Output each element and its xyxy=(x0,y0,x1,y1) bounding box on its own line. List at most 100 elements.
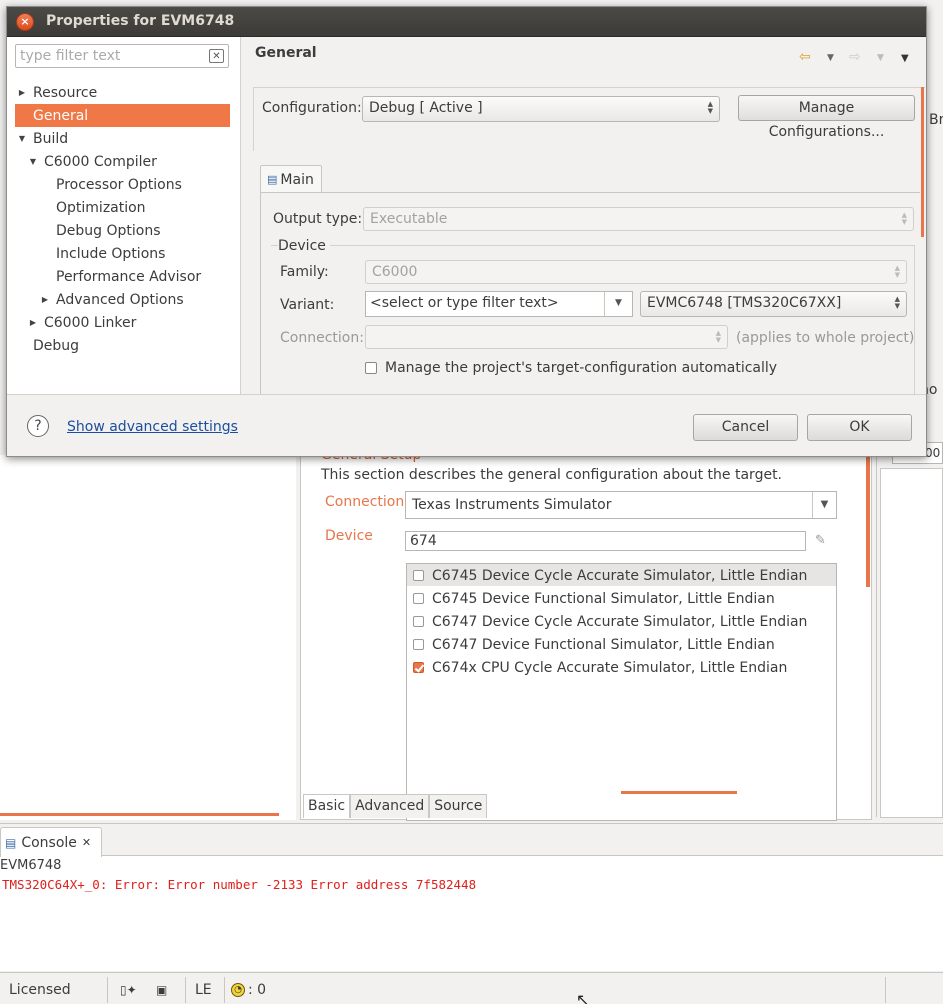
eraser-icon[interactable]: ✎ xyxy=(815,533,826,548)
manage-configurations-button[interactable]: Manage Configurations... xyxy=(738,95,915,140)
tab-main[interactable]: ▤ Main xyxy=(260,165,322,193)
family-value: C6000 xyxy=(372,264,418,280)
configuration-value: Debug [ Active ] xyxy=(369,100,483,116)
filter-input[interactable] xyxy=(16,45,201,67)
spinner-icon: ▲ ▼ xyxy=(707,100,713,115)
expanded-arrow-icon[interactable]: ▼ xyxy=(17,134,27,143)
variant-select[interactable]: EVMC6748 [TMS320C67XX] ▲ ▼ xyxy=(640,291,907,317)
tree-item-label: Optimization xyxy=(56,199,146,216)
checkbox[interactable] xyxy=(365,362,377,374)
console-tab-label: Console xyxy=(21,834,77,851)
tree-item-label: C6000 Linker xyxy=(44,314,137,331)
chevron-down-icon[interactable]: ▼ xyxy=(604,292,632,316)
checkbox[interactable] xyxy=(413,639,424,650)
tree-item[interactable]: Optimization xyxy=(7,196,237,219)
chevron-down-icon[interactable]: ▼ xyxy=(877,53,884,63)
console-icon: ▤ xyxy=(5,835,17,850)
checkbox-checked[interactable] xyxy=(413,662,424,673)
list-item[interactable]: C6745 Device Functional Simulator, Littl… xyxy=(407,587,775,610)
tree-item[interactable]: Performance Advisor xyxy=(7,265,237,288)
editor-scroll-indicator xyxy=(866,455,870,587)
filter-field[interactable]: ✕ xyxy=(15,44,229,68)
back-arrow-icon[interactable]: ⇦ xyxy=(799,49,811,65)
add-debug-icon[interactable]: ▯✦ xyxy=(120,977,137,1003)
collapsed-arrow-icon[interactable]: ▶ xyxy=(17,88,27,97)
expanded-arrow-icon[interactable]: ▼ xyxy=(28,157,38,166)
dialog-titlebar[interactable]: × Properties for EVM6748 xyxy=(7,7,926,37)
project-explorer-scroll-indicator xyxy=(0,813,279,816)
close-icon[interactable]: ✕ xyxy=(82,836,91,849)
close-button[interactable]: × xyxy=(16,13,34,31)
spinner-icon: ▲ ▼ xyxy=(715,329,721,344)
main-tab-panel: Output type: Executable ▲ ▼ Device Family… xyxy=(260,192,920,395)
target-config-editor: General Setup This section describes the… xyxy=(300,430,872,821)
list-item[interactable]: C6745 Device Cycle Accurate Simulator, L… xyxy=(407,564,807,587)
checkbox[interactable] xyxy=(413,616,424,627)
forward-arrow-icon[interactable]: ⇨ xyxy=(849,49,861,65)
family-select: C6000 ▲ ▼ xyxy=(365,260,907,284)
help-icon[interactable]: ? xyxy=(27,415,49,437)
tree-item-label: Processor Options xyxy=(56,176,182,193)
configuration-select[interactable]: Debug [ Active ] ▲ ▼ xyxy=(362,96,720,122)
license-status: Licensed xyxy=(9,982,71,998)
connection-combo[interactable]: Texas Instruments Simulator ▼ xyxy=(405,491,837,519)
property-tree-pane: ✕ ▶ Resource General ▼ Build ▼ C6000 Compiler P… xyxy=(7,37,241,394)
connection-value: Texas Instruments Simulator xyxy=(412,497,612,513)
endian-status: LE xyxy=(195,982,212,998)
tree-item-label: Include Options xyxy=(56,245,166,262)
tab-basic[interactable]: Basic xyxy=(303,794,351,818)
tree-item[interactable]: ▼ Build xyxy=(7,127,237,150)
save-state-icon[interactable]: ▣ xyxy=(156,977,167,1003)
tree-item[interactable]: ▼ C6000 Compiler xyxy=(7,150,237,173)
tree-item[interactable]: ▶ Resource xyxy=(7,81,237,104)
list-item[interactable]: C6747 Device Functional Simulator, Littl… xyxy=(407,633,775,656)
cancel-button[interactable]: Cancel xyxy=(693,414,798,441)
connection-label: Connection xyxy=(325,494,405,510)
collapsed-arrow-icon[interactable]: ▶ xyxy=(28,318,38,327)
output-type-select: Executable ▲ ▼ xyxy=(363,207,914,231)
console-name: EVM6748 xyxy=(0,858,62,873)
tab-console[interactable]: ▤ Console ✕ xyxy=(0,827,102,857)
ok-button[interactable]: OK xyxy=(807,414,912,441)
show-advanced-settings-link[interactable]: Show advanced settings xyxy=(67,419,238,435)
tree-item-label: Debug xyxy=(33,337,80,354)
variant-filter-combo[interactable]: <select or type filter text> ▼ xyxy=(365,291,633,317)
tree-item[interactable]: Debug xyxy=(7,334,237,357)
output-type-value: Executable xyxy=(370,211,448,227)
checkbox[interactable] xyxy=(413,593,424,604)
divider xyxy=(107,977,108,1003)
tree-item[interactable]: General xyxy=(15,104,230,127)
tree-item[interactable]: Processor Options xyxy=(7,173,237,196)
list-item[interactable]: C674x CPU Cycle Accurate Simulator, Litt… xyxy=(407,656,787,679)
checkbox[interactable] xyxy=(413,570,424,581)
console-view: ▤ Console ✕ EVM6748 TMS320C64X+_0: Error… xyxy=(0,823,943,971)
spinner-icon: ▲ ▼ xyxy=(894,264,900,279)
variant-filter-value: <select or type filter text> xyxy=(370,295,559,311)
tree-item[interactable]: ▶ C6000 Linker xyxy=(7,311,237,334)
tree-item-label: C6000 Compiler xyxy=(44,153,157,170)
tab-advanced[interactable]: Advanced xyxy=(350,794,430,818)
background-toolbar-edge: Br xyxy=(926,40,943,150)
property-page: General ⇦ ▼ ⇨ ▼ ▼ Configuration: Debug [… xyxy=(241,37,926,395)
list-item[interactable]: C6747 Device Cycle Accurate Simulator, L… xyxy=(407,610,807,633)
collapsed-arrow-icon[interactable]: ▶ xyxy=(40,295,50,304)
connection-note: (applies to whole project) xyxy=(736,330,915,346)
clear-icon[interactable]: ✕ xyxy=(209,49,224,63)
tree-item-label: Resource xyxy=(33,84,98,101)
view-menu-icon[interactable]: ▼ xyxy=(901,53,909,64)
device-label: Device xyxy=(325,528,373,544)
variant-label: Variant: xyxy=(280,297,335,313)
manage-target-checkbox[interactable]: Manage the project's target-configuratio… xyxy=(365,360,777,376)
page-title: General xyxy=(255,45,317,61)
chevron-down-icon[interactable]: ▼ xyxy=(827,53,834,63)
dialog-button-bar: ? Show advanced settings Cancel OK xyxy=(7,394,926,456)
status-bar: Licensed ▯✦ ▣ LE ◔ : 0 xyxy=(0,972,943,1004)
tree-item[interactable]: Debug Options xyxy=(7,219,237,242)
tree-item[interactable]: Include Options xyxy=(7,242,237,265)
tab-source[interactable]: Source xyxy=(429,794,488,818)
divider xyxy=(885,977,886,1003)
spinner-icon: ▲ ▼ xyxy=(901,211,907,226)
device-filter-input[interactable]: 674 xyxy=(405,531,806,551)
chevron-down-icon[interactable]: ▼ xyxy=(812,492,836,518)
tree-item[interactable]: ▶ Advanced Options xyxy=(7,288,237,311)
